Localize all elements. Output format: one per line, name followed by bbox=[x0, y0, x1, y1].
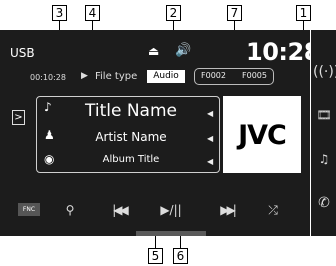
album-scroll-arrow-icon[interactable]: ◀ bbox=[207, 157, 213, 166]
source-control-screen: USB ⏏ 🔊 10:28 00:10:28 ▶ File type Audio… bbox=[0, 30, 310, 236]
track-title[interactable]: Title Name bbox=[56, 101, 206, 121]
callout-3: 3 bbox=[52, 5, 67, 21]
callout-4: 4 bbox=[85, 5, 100, 21]
volume-icon[interactable]: 🔊 bbox=[175, 43, 191, 58]
artist-scroll-arrow-icon[interactable]: ◀ bbox=[207, 134, 213, 143]
music-icon[interactable]: ♫ bbox=[313, 152, 335, 166]
next-icon[interactable]: ▶▶| bbox=[212, 203, 242, 217]
play-status-icon: ▶ bbox=[81, 71, 88, 81]
play-pause-icon[interactable]: ▶/|| bbox=[156, 203, 186, 217]
artist-icon: ♟ bbox=[44, 128, 55, 142]
callout-1: 1 bbox=[296, 5, 311, 21]
title-scroll-arrow-icon[interactable]: ◀ bbox=[207, 109, 213, 118]
shuffle-icon[interactable]: ⤮ bbox=[258, 203, 288, 218]
phone-icon[interactable]: ✆ bbox=[313, 195, 335, 211]
album-artwork: JVC bbox=[223, 96, 301, 173]
file-type-label: File type bbox=[95, 71, 138, 82]
callout-5: 5 bbox=[148, 248, 163, 264]
right-drag-handle[interactable] bbox=[170, 231, 206, 236]
file-number: F0005 bbox=[242, 71, 267, 80]
track-artist[interactable]: Artist Name bbox=[56, 130, 206, 144]
previous-icon[interactable]: |◀◀ bbox=[104, 203, 134, 217]
wireless-icon[interactable]: ((·)) bbox=[313, 64, 336, 80]
left-drag-handle[interactable] bbox=[136, 231, 172, 236]
callout-2: 2 bbox=[166, 5, 181, 21]
file-type-badge: Audio bbox=[147, 70, 185, 83]
list-expand-button[interactable]: > bbox=[12, 110, 25, 125]
elapsed-time: 00:10:28 bbox=[30, 73, 66, 82]
fnc-button[interactable]: FNC bbox=[18, 203, 40, 216]
folder-number: F0002 bbox=[201, 71, 226, 80]
callout-7: 7 bbox=[227, 5, 242, 21]
album-icon: ◉ bbox=[44, 152, 55, 166]
jvc-logo: JVC bbox=[238, 120, 287, 151]
search-icon[interactable]: ⚲ bbox=[55, 203, 85, 217]
music-note-icon: ♪ bbox=[44, 100, 52, 114]
source-name[interactable]: USB bbox=[10, 46, 35, 60]
manual-illustration: 3 4 2 7 1 5 6 USB ⏏ 🔊 10:28 00:10:28 ▶ F… bbox=[0, 0, 336, 266]
clock: 10:28 bbox=[246, 38, 310, 66]
callout-6: 6 bbox=[173, 248, 188, 264]
track-album[interactable]: Album Title bbox=[56, 154, 206, 165]
video-icon[interactable]: 🎞 bbox=[313, 108, 335, 122]
eject-icon[interactable]: ⏏ bbox=[148, 44, 159, 58]
